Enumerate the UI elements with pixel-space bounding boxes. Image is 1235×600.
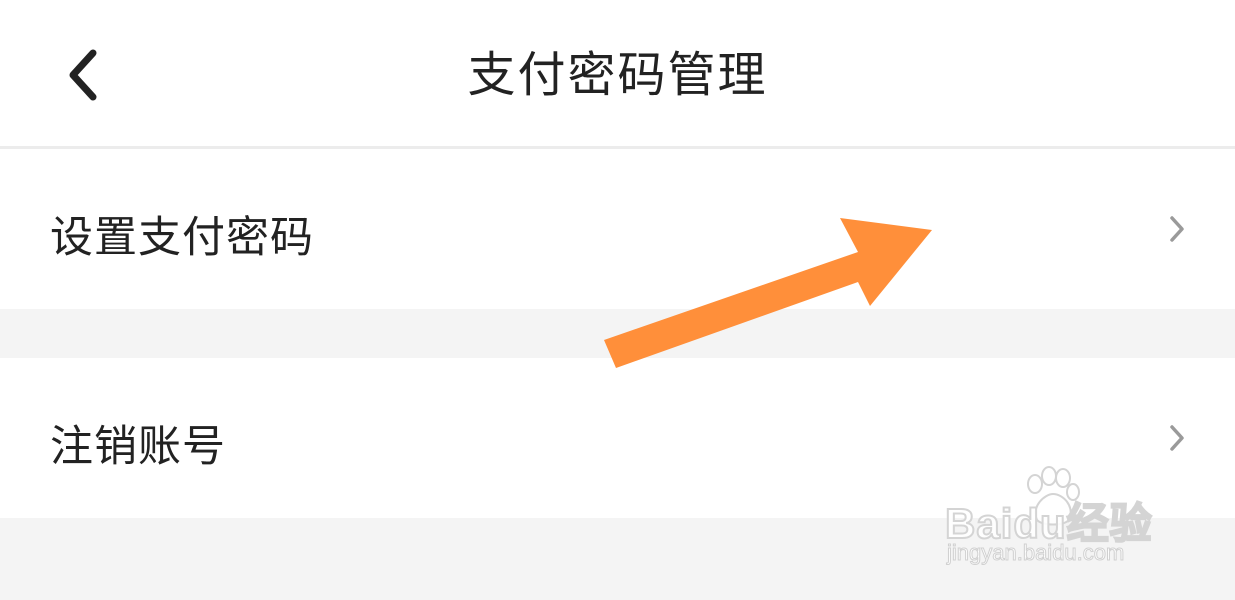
- menu-item-cancel-account[interactable]: 注销账号: [0, 358, 1235, 518]
- watermark-url: jingyan.baidu.com: [946, 540, 1125, 566]
- navigation-bar: 支付密码管理: [0, 0, 1235, 149]
- chevron-right-icon: [1170, 425, 1184, 451]
- menu-item-label: 设置支付密码: [50, 213, 314, 263]
- menu-item-label: 注销账号: [50, 422, 226, 472]
- chevron-right-icon: [1170, 216, 1184, 242]
- page-title: 支付密码管理: [467, 47, 768, 103]
- menu-item-set-payment-password[interactable]: 设置支付密码: [0, 149, 1235, 309]
